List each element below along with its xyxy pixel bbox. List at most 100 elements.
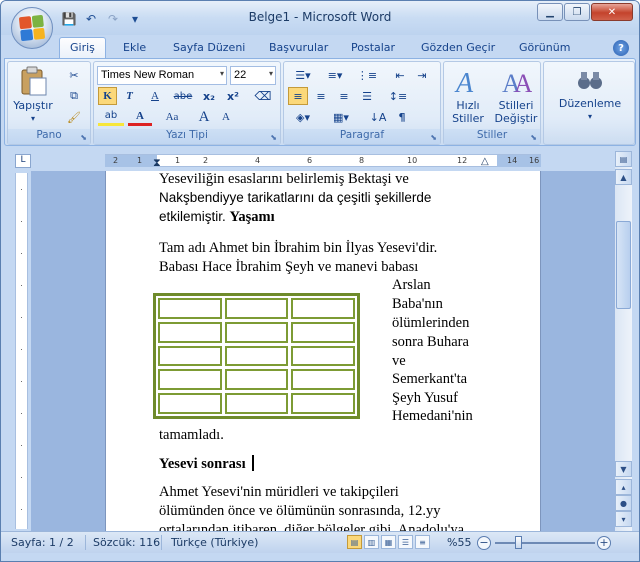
table-cell[interactable] bbox=[224, 393, 289, 414]
align-right-icon[interactable]: ≡ bbox=[334, 87, 354, 105]
align-left-icon[interactable]: ≡ bbox=[288, 87, 308, 105]
select-browse-object-button[interactable]: ● bbox=[615, 495, 632, 511]
table-cell[interactable] bbox=[224, 369, 289, 391]
scroll-up-button[interactable]: ▲ bbox=[615, 169, 632, 185]
paragraph-line: Babası Hace İbrahim Şeyh ve manevi babas… bbox=[159, 259, 419, 275]
clipboard-launcher-icon[interactable]: ⬊ bbox=[80, 133, 87, 142]
next-page-button[interactable]: ▾ bbox=[615, 511, 632, 527]
draft-view-icon[interactable]: ≡ bbox=[415, 535, 430, 549]
full-screen-reading-icon[interactable]: ▥ bbox=[364, 535, 379, 549]
show-marks-button[interactable]: ¶ bbox=[392, 108, 412, 126]
table-cell[interactable] bbox=[291, 393, 355, 414]
table-cell[interactable] bbox=[291, 369, 355, 391]
table-cell[interactable] bbox=[291, 345, 355, 367]
tab-ekle[interactable]: Ekle bbox=[113, 38, 156, 59]
format-painter-icon[interactable]: 🖌 bbox=[64, 108, 84, 126]
highlight-button[interactable]: ab bbox=[98, 108, 124, 126]
paragraph-text: etkilemiştir. bbox=[159, 209, 230, 224]
tab-selector[interactable]: L bbox=[15, 154, 31, 168]
document-page[interactable]: Yeseviliğin esaslarını belirlemiş Bektaş… bbox=[105, 171, 541, 531]
tab-sayfa-duzeni[interactable]: Sayfa Düzeni bbox=[163, 38, 255, 59]
web-layout-icon[interactable]: ▦ bbox=[381, 535, 396, 549]
tab-giris[interactable]: Giriş bbox=[59, 37, 106, 59]
page-count[interactable]: Sayfa: 1 / 2 bbox=[11, 536, 74, 549]
zoom-in-button[interactable]: + bbox=[597, 536, 611, 550]
table-cell[interactable] bbox=[224, 298, 289, 319]
paragraph-launcher-icon[interactable]: ⬊ bbox=[430, 133, 437, 142]
editing-button[interactable]: Düzenleme ▾ bbox=[550, 68, 630, 123]
table-cell[interactable] bbox=[291, 321, 355, 343]
table-cell[interactable] bbox=[158, 369, 222, 391]
wrap-line: ve bbox=[392, 353, 406, 369]
bold-button[interactable]: K bbox=[98, 87, 117, 105]
vertical-scrollbar[interactable]: ▤ ▲ ▼ ▴ ● ▾ bbox=[615, 151, 632, 531]
italic-button[interactable]: T bbox=[120, 87, 139, 105]
sort-icon[interactable]: ↓A bbox=[368, 108, 388, 126]
zoom-out-button[interactable]: − bbox=[477, 536, 491, 550]
ruler-tick: 1 bbox=[137, 156, 143, 165]
scroll-thumb[interactable] bbox=[616, 221, 631, 309]
quick-styles-button[interactable]: A Hızlı Stiller bbox=[446, 66, 490, 125]
font-color-button[interactable]: A bbox=[128, 108, 152, 126]
font-name-combo[interactable]: Times New Roman ▾ bbox=[97, 66, 227, 85]
right-indent-icon[interactable]: △ bbox=[481, 156, 489, 167]
close-button[interactable]: ✕ bbox=[591, 3, 633, 21]
strikethrough-button[interactable]: abe bbox=[172, 87, 194, 105]
paragraph-line: Nakşbendiyye tarikatlarını da çeşitli şe… bbox=[159, 190, 432, 205]
multilevel-list-icon[interactable]: ⋮≡ bbox=[352, 66, 382, 84]
font-launcher-icon[interactable]: ⬊ bbox=[270, 133, 277, 142]
justify-icon[interactable]: ☰ bbox=[357, 87, 377, 105]
table-cell[interactable] bbox=[224, 345, 289, 367]
minimize-button[interactable]: ▁ bbox=[537, 3, 563, 21]
table-cell[interactable] bbox=[158, 321, 222, 343]
tab-gozden-gecir[interactable]: Gözden Geçir bbox=[411, 38, 505, 59]
table-cell[interactable] bbox=[224, 321, 289, 343]
indent-marker-icon[interactable]: ⧗ bbox=[153, 156, 161, 170]
horizontal-ruler[interactable]: 2 1 ⧗ 1 2 4 6 8 10 12 △ 14 16 bbox=[105, 154, 541, 170]
increase-indent-icon[interactable]: ⇥ bbox=[412, 66, 432, 84]
table-cell[interactable] bbox=[158, 393, 222, 414]
zoom-slider-thumb[interactable] bbox=[515, 536, 522, 549]
inserted-table[interactable] bbox=[153, 293, 360, 419]
font-size-combo[interactable]: 22 ▾ bbox=[230, 66, 276, 85]
table-cell[interactable] bbox=[158, 345, 222, 367]
tab-basvurular[interactable]: Başvurular bbox=[259, 38, 338, 59]
copy-icon[interactable]: ⧉ bbox=[64, 87, 84, 105]
zoom-slider-track[interactable] bbox=[495, 542, 595, 544]
word-count[interactable]: Sözcük: 116 bbox=[93, 536, 160, 549]
tab-gorunum[interactable]: Görünüm bbox=[509, 38, 580, 59]
cut-icon[interactable]: ✂ bbox=[64, 66, 84, 84]
maximize-button[interactable]: ❐ bbox=[564, 3, 590, 21]
ruler-toggle-icon[interactable]: ▤ bbox=[615, 151, 632, 167]
styles-launcher-icon[interactable]: ⬊ bbox=[530, 133, 537, 142]
line-spacing-icon[interactable]: ↕≡ bbox=[384, 87, 412, 105]
tab-postalar[interactable]: Postalar bbox=[341, 38, 405, 59]
subscript-button[interactable]: x₂ bbox=[198, 87, 220, 105]
decrease-indent-icon[interactable]: ⇤ bbox=[390, 66, 410, 84]
paste-button[interactable]: Yapıştır ▾ bbox=[12, 66, 54, 125]
shrink-font-button[interactable]: A bbox=[216, 108, 236, 126]
bullets-icon[interactable]: ☰▾ bbox=[288, 66, 318, 84]
shading-icon[interactable]: ◈▾ bbox=[288, 108, 318, 126]
underline-button[interactable]: A bbox=[142, 87, 168, 105]
ruler-tick: 4 bbox=[255, 156, 261, 165]
borders-icon[interactable]: ▦▾ bbox=[326, 108, 356, 126]
align-center-icon[interactable]: ≡ bbox=[311, 87, 331, 105]
office-button[interactable] bbox=[11, 7, 53, 49]
zoom-level[interactable]: %55 bbox=[447, 536, 471, 549]
superscript-button[interactable]: x² bbox=[222, 87, 244, 105]
print-layout-icon[interactable]: ▤ bbox=[347, 535, 362, 549]
table-cell[interactable] bbox=[158, 298, 222, 319]
numbering-icon[interactable]: ≡▾ bbox=[320, 66, 350, 84]
clear-formatting-icon[interactable]: ⌫ bbox=[252, 87, 274, 105]
outline-view-icon[interactable]: ☰ bbox=[398, 535, 413, 549]
change-styles-button[interactable]: AA Stilleri Değiştir bbox=[492, 66, 540, 125]
vertical-ruler[interactable]: · · · · · · · · · · · bbox=[15, 173, 28, 529]
previous-page-button[interactable]: ▴ bbox=[615, 479, 632, 495]
help-icon[interactable]: ? bbox=[613, 40, 629, 56]
table-cell[interactable] bbox=[291, 298, 355, 319]
grow-font-button[interactable]: A bbox=[194, 108, 214, 126]
scroll-down-button[interactable]: ▼ bbox=[615, 461, 632, 477]
change-case-button[interactable]: Aa bbox=[158, 108, 186, 126]
language[interactable]: Türkçe (Türkiye) bbox=[171, 536, 258, 549]
